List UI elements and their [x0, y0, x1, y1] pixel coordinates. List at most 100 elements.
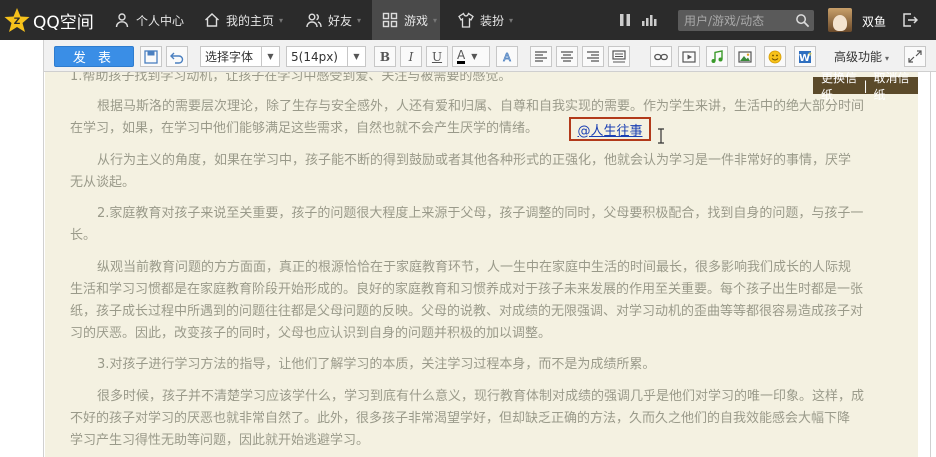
paragraph-line: 生活和学习习惯都是在家庭教育阶段开始形成的。良好的家庭教育和习惯养成对于孩子未来… [70, 282, 864, 297]
pause-icon[interactable] [617, 12, 633, 28]
paragraph-line: 纸，孩子成长过程中所遇到的问题往往都是父母问题的反映。父母的说教、对成绩的无限强… [70, 304, 864, 319]
paragraph-line: 很多时候，孩子并不清楚学习应该学什么，学习到底有什么意义，现行教育体制对成绩的强… [97, 389, 865, 404]
insert-emoji-button[interactable] [764, 46, 786, 67]
text-effect-icon: A [503, 50, 512, 64]
video-icon [682, 50, 696, 63]
text-cursor-icon [658, 128, 664, 144]
right-margin [930, 40, 936, 457]
shirt-icon [458, 12, 474, 28]
underline-button[interactable]: U [426, 46, 448, 67]
insert-image-button[interactable] [734, 46, 756, 67]
search-icon[interactable] [795, 13, 810, 28]
smiley-icon [768, 50, 782, 63]
app-title: QQ空间 [33, 12, 94, 33]
qzone-editor-page: Z QQ空间 个人中心 我的主页 ▾ 好友 ▾ 游戏 ▾ 装扮 ▾ 用户/游戏/… [0, 0, 936, 457]
save-icon [144, 49, 158, 64]
search-input[interactable] [684, 12, 792, 29]
paragraph-line: 从行为主义的角度，如果在学习中，孩子能不断的得到鼓励或者其他各种形式的正强化，他… [97, 153, 852, 168]
paragraph-line: 学习产生习得性无助等问题，因此就开始逃避学习。 [70, 433, 370, 448]
qzone-logo[interactable]: Z QQ空间 [4, 7, 94, 33]
undo-icon [170, 52, 184, 64]
expand-editor-button[interactable] [904, 46, 926, 67]
top-navigation-bar: Z QQ空间 个人中心 我的主页 ▾ 好友 ▾ 游戏 ▾ 装扮 ▾ 用户/游戏/… [0, 0, 936, 40]
chevron-down-icon: ▾ [279, 15, 284, 25]
publish-button[interactable]: 发 表 [54, 46, 134, 67]
align-center-icon [561, 50, 573, 62]
align-right-button[interactable] [582, 46, 604, 67]
image-icon [738, 50, 752, 63]
align-left-icon [535, 50, 547, 62]
save-draft-button[interactable] [140, 46, 162, 67]
chevron-down-icon: ▾ [433, 15, 438, 25]
align-left-button[interactable] [530, 46, 552, 67]
person-icon [115, 13, 129, 28]
align-center-button[interactable] [556, 46, 578, 67]
stationery-bar: 更换信纸 | 取消信纸 [813, 72, 918, 102]
chevron-down-icon: ▼ [261, 47, 279, 66]
bar-chart-icon[interactable] [641, 12, 657, 28]
bold-button[interactable]: B [374, 46, 396, 67]
italic-button[interactable]: I [400, 46, 422, 67]
advanced-features-menu[interactable]: 高级功能 ▾ [834, 48, 889, 65]
grid-apps-icon [382, 12, 398, 28]
editor-content-area[interactable]: 1.帮助孩子找到学习动机，让孩子在学习中感受到爱、关注与被需要的感觉。 根据马斯… [45, 72, 918, 457]
stationery-divider: | [863, 78, 868, 93]
left-margin [0, 40, 44, 457]
font-size-value: 5(14px) [291, 49, 338, 64]
star-logo-icon: Z [4, 8, 30, 32]
font-family-select[interactable]: 选择字体 ▼ [200, 46, 280, 67]
chevron-down-icon: ▾ [357, 15, 362, 25]
paragraph-line: 习的厌恶。因此，改变孩子的同时，父母也应认识到自身的问题并积极的加以调整。 [70, 326, 552, 341]
paragraph-line: 无从谈起。 [70, 175, 136, 190]
nav-item-decoration[interactable]: 装扮 ▾ [458, 0, 513, 40]
insert-link-button[interactable] [650, 46, 672, 67]
nav-item-my-home[interactable]: 我的主页 ▾ [204, 0, 283, 40]
align-right-icon [587, 50, 599, 62]
mention-tag[interactable]: @人生往事 [569, 117, 651, 141]
svg-text:+: + [807, 51, 812, 58]
avatar[interactable] [828, 8, 852, 32]
editor-toolbar: 发 表 选择字体 ▼ 5(14px) ▼ B I U A ▼ A W + 高级功… [44, 40, 936, 72]
paragraph-line: 在学习，如果，在学习中他们能够满足这些需求，自然也就不会产生厌学的情绪。 [70, 121, 539, 136]
svg-text:A: A [503, 51, 511, 64]
username[interactable]: 双鱼 [862, 13, 886, 30]
music-icon [711, 49, 723, 63]
insert-video-button[interactable] [678, 46, 700, 67]
logout-icon[interactable] [902, 12, 918, 28]
format-block-button[interactable] [608, 46, 630, 67]
nav-item-profile-center[interactable]: 个人中心 [114, 0, 184, 40]
home-icon [205, 13, 219, 27]
insert-music-button[interactable] [706, 46, 728, 67]
friends-icon [306, 13, 322, 28]
font-size-select[interactable]: 5(14px) ▼ [286, 46, 366, 67]
nav-item-label: 装扮 [480, 13, 505, 28]
nav-item-games[interactable]: 游戏 ▾ [372, 0, 440, 40]
expand-icon [908, 50, 922, 63]
paragraph-line: 长。 [70, 228, 97, 243]
change-stationery-link[interactable]: 更换信纸 [818, 72, 860, 103]
font-color-button[interactable]: A ▼ [452, 46, 490, 67]
link-icon [654, 53, 668, 60]
chevron-down-icon: ▾ [509, 15, 514, 25]
paragraph-line: 根据马斯洛的需要层次理论，除了生存与安全感外，人还有爱和归属、自尊和自我实现的需… [97, 99, 865, 114]
editor-scrollbar[interactable] [918, 72, 930, 457]
nav-item-label: 我的主页 [226, 13, 275, 28]
widget-icon: W+ [799, 50, 812, 64]
text-effect-button[interactable]: A [496, 46, 518, 67]
chevron-down-icon: ▾ [885, 54, 890, 63]
paragraph-line: 1.帮助孩子找到学习动机，让孩子在学习中感受到爱、关注与被需要的感觉。 [70, 72, 512, 84]
chevron-down-icon: ▼ [471, 52, 478, 61]
undo-button[interactable] [166, 46, 188, 67]
search-box [678, 10, 814, 31]
nav-item-label: 个人中心 [136, 13, 185, 28]
insert-widget-button[interactable]: W + [794, 46, 816, 67]
chevron-down-icon: ▼ [347, 47, 365, 66]
nav-item-label: 游戏 [404, 13, 429, 28]
mention-link[interactable]: @人生往事 [577, 120, 642, 139]
svg-text:Z: Z [14, 17, 21, 27]
paragraph-line: 2.家庭教育对孩子来说至关重要，孩子的问题很大程度上来源于父母，孩子调整的同时，… [97, 206, 864, 221]
advanced-features-label: 高级功能 [834, 50, 883, 64]
nav-item-friends[interactable]: 好友 ▾ [306, 0, 361, 40]
paragraph-line: 纵观当前教育问题的方方面面，真正的根源恰恰在于家庭教育环节，人一生中在家庭中生活… [97, 260, 852, 275]
cancel-stationery-link[interactable]: 取消信纸 [871, 72, 913, 103]
